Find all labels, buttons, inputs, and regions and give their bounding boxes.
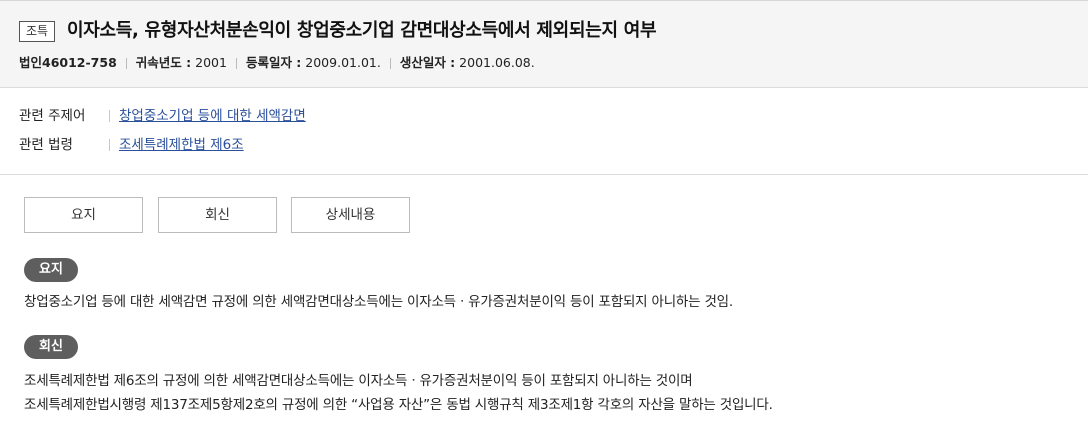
row-divider <box>109 139 110 151</box>
tab-reply[interactable]: 회신 <box>158 197 277 233</box>
reply-text-line1: 조세특례제한법 제6조의 규정에 의한 세액감면대상소득에는 이자소득ㆍ유가증권… <box>24 373 693 389</box>
meta-divider <box>125 57 127 69</box>
meta-divider <box>235 57 237 69</box>
year-value: 2001 <box>195 55 227 70</box>
reply-badge: 회신 <box>24 335 78 359</box>
category-tag: 조특 <box>19 21 56 42</box>
document-header: 조특 이자소득, 유형자산처분손익이 창업중소기업 감면대상소득에서 제외되는지… <box>0 0 1088 88</box>
row-divider <box>109 110 110 122</box>
related-law-row: 관련 법령 조세특례제한법 제6조 <box>19 135 244 155</box>
tab-details[interactable]: 상세내용 <box>291 197 410 233</box>
related-law-link[interactable]: 조세특례제한법 제6조 <box>119 135 244 155</box>
related-topic-label: 관련 주제어 <box>19 108 86 124</box>
reg-date-value: 2009.01.01. <box>305 55 381 70</box>
prod-date-value: 2001.06.08. <box>459 55 535 70</box>
page-title: 이자소득, 유형자산처분손익이 창업중소기업 감면대상소득에서 제외되는지 여부 <box>67 20 657 41</box>
related-law-label: 관련 법령 <box>19 137 73 153</box>
year-label: 귀속년도 : <box>135 55 192 70</box>
summary-text: 창업중소기업 등에 대한 세액감면 규정에 의한 세액감면대상소득에는 이자소득… <box>24 294 733 310</box>
tab-summary[interactable]: 요지 <box>24 197 143 233</box>
prod-date-label: 생산일자 : <box>399 55 456 70</box>
meta-divider <box>389 57 391 69</box>
doc-id: 법인46012-758 <box>19 55 117 70</box>
summary-badge: 요지 <box>24 258 78 282</box>
reg-date-label: 등록일자 : <box>245 55 302 70</box>
related-topic-row: 관련 주제어 창업중소기업 등에 대한 세액감면 <box>19 106 306 126</box>
section-divider <box>0 174 1088 175</box>
reply-text-line2: 조세특례제한법시행령 제137조제5항제2호의 규정에 의한 “사업용 자산”은… <box>24 397 773 413</box>
document-meta: 법인46012-758 귀속년도 : 2001 등록일자 : 2009.01.0… <box>19 54 535 72</box>
related-topic-link[interactable]: 창업중소기업 등에 대한 세액감면 <box>119 106 306 126</box>
